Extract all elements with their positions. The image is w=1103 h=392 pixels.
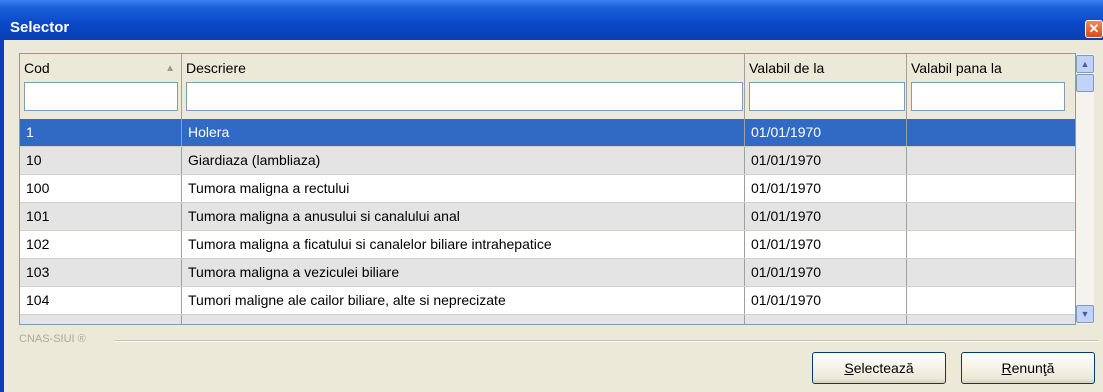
column-header-cod[interactable]: Cod ▲ [20, 54, 182, 119]
cell-valabil-de-la: 01/01/1970 [745, 259, 907, 286]
cell-valabil-de-la: 01/01/1970 [745, 175, 907, 202]
grid-header: Cod ▲ Descriere Valabil de la Valabil pa… [20, 54, 1075, 119]
column-header-descriere[interactable]: Descriere [182, 54, 745, 119]
close-button[interactable]: ✕ [1085, 20, 1103, 38]
cancel-button[interactable]: Renunţă [961, 352, 1095, 384]
cell-cod: 102 [20, 231, 182, 258]
table-row[interactable]: 101 Tumora maligna a anusului si canalul… [20, 203, 1075, 231]
filter-input-valabil-de-la[interactable] [749, 82, 905, 111]
cell-cod: 101 [20, 203, 182, 230]
vertical-scrollbar[interactable]: ▲ ▼ [1076, 54, 1094, 324]
scroll-down-icon[interactable]: ▼ [1076, 305, 1094, 323]
cell-descriere: Tumori maligne ale cailor biliare, alte … [182, 287, 745, 314]
cell-valabil-pana-la [907, 259, 1075, 286]
filter-input-cod[interactable] [24, 82, 178, 111]
select-button-label: electează [853, 360, 914, 376]
table-row[interactable]: 102 Tumora maligna a ficatului si canale… [20, 231, 1075, 259]
table-row-partial[interactable] [20, 315, 1075, 324]
select-button-mnemonic: S [844, 360, 854, 376]
cell-descriere: Holera [182, 119, 745, 146]
selector-dialog: Selector ✕ Cod ▲ Descriere Valabil de la… [0, 0, 1103, 392]
cell-descriere: Tumora maligna a anusului si canalului a… [182, 203, 745, 230]
cell-cod [20, 315, 182, 324]
footer-divider [114, 340, 1099, 342]
cell-valabil-pana-la [907, 203, 1075, 230]
cell-valabil-de-la: 01/01/1970 [745, 231, 907, 258]
cell-valabil-pana-la [907, 175, 1075, 202]
select-button[interactable]: Selectează [812, 352, 946, 384]
cell-descriere [182, 315, 745, 324]
cell-valabil-pana-la [907, 287, 1075, 314]
title-bar[interactable]: Selector ✕ [0, 0, 1103, 40]
table-row[interactable]: 104 Tumori maligne ale cailor biliare, a… [20, 287, 1075, 315]
cell-valabil-de-la: 01/01/1970 [745, 147, 907, 174]
table-row[interactable]: 10 Giardiaza (lambliaza) 01/01/1970 [20, 147, 1075, 175]
column-header-valabil-de-la[interactable]: Valabil de la [745, 54, 907, 119]
footer-brand: CNAS-SIUI ® [19, 333, 86, 345]
table-row[interactable]: 1 Holera 01/01/1970 [20, 119, 1075, 147]
scrollbar-thumb[interactable] [1076, 74, 1094, 92]
cell-cod: 100 [20, 175, 182, 202]
cell-cod: 103 [20, 259, 182, 286]
cell-valabil-de-la: 01/01/1970 [745, 287, 907, 314]
cell-valabil-pana-la [907, 231, 1075, 258]
cancel-button-label: enunţă [1011, 360, 1055, 376]
column-label-descriere: Descriere [186, 60, 246, 76]
cell-valabil-de-la: 01/01/1970 [745, 203, 907, 230]
table-row[interactable]: 100 Tumora maligna a rectului 01/01/1970 [20, 175, 1075, 203]
cell-valabil-pana-la [907, 147, 1075, 174]
window-title: Selector [10, 19, 70, 36]
column-label-cod: Cod [24, 60, 50, 76]
scroll-up-icon[interactable]: ▲ [1076, 55, 1094, 73]
cell-cod: 10 [20, 147, 182, 174]
cell-cod: 104 [20, 287, 182, 314]
cell-descriere: Tumora maligna a ficatului si canalelor … [182, 231, 745, 258]
filter-input-descriere[interactable] [186, 82, 743, 111]
window-frame [0, 40, 4, 392]
cancel-button-mnemonic: R [1001, 360, 1012, 376]
cell-valabil-de-la [745, 315, 907, 324]
column-label-valabil-pana-la: Valabil pana la [911, 60, 1002, 76]
cell-descriere: Tumora maligna a rectului [182, 175, 745, 202]
filter-input-valabil-pana-la[interactable] [911, 82, 1065, 111]
grid-rows: 1 Holera 01/01/1970 10 Giardiaza (lambli… [20, 119, 1075, 324]
cell-descriere: Giardiaza (lambliaza) [182, 147, 745, 174]
cell-valabil-pana-la [907, 119, 1075, 146]
cell-cod: 1 [20, 119, 182, 146]
table-row[interactable]: 103 Tumora maligna a veziculei biliare 0… [20, 259, 1075, 287]
column-header-valabil-pana-la[interactable]: Valabil pana la [907, 54, 1075, 119]
selector-grid: Cod ▲ Descriere Valabil de la Valabil pa… [19, 53, 1076, 325]
footer: CNAS-SIUI ® [19, 333, 1099, 347]
cell-descriere: Tumora maligna a veziculei biliare [182, 259, 745, 286]
cell-valabil-pana-la [907, 315, 1075, 324]
cell-valabil-de-la: 01/01/1970 [745, 119, 907, 146]
sort-ascending-icon: ▲ [165, 63, 175, 74]
column-label-valabil-de-la: Valabil de la [749, 60, 825, 76]
